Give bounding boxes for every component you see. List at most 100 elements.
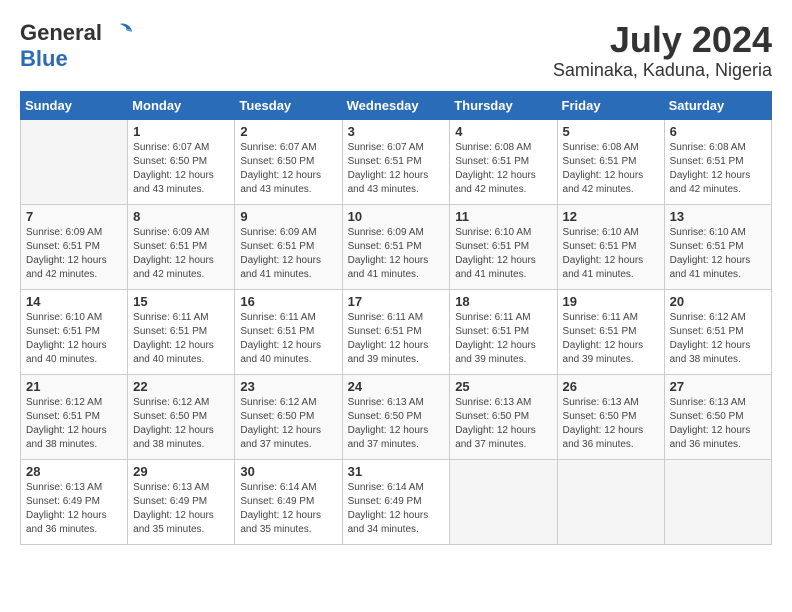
day-number: 13 — [670, 209, 766, 224]
calendar-day-cell: 4 Sunrise: 6:08 AM Sunset: 6:51 PM Daylig… — [450, 119, 557, 204]
calendar-day-cell: 10 Sunrise: 6:09 AM Sunset: 6:51 PM Dayli… — [342, 204, 450, 289]
calendar-day-cell: 1 Sunrise: 6:07 AM Sunset: 6:50 PM Daylig… — [128, 119, 235, 204]
calendar-day-cell: 15Sunrise: 6:11 AM Sunset: 6:51 PM Dayli… — [128, 289, 235, 374]
logo-general-text: General — [20, 20, 102, 46]
logo: General Blue — [20, 20, 134, 72]
calendar-day-cell — [664, 459, 771, 544]
day-info: Sunrise: 6:09 AM Sunset: 6:51 PM Dayligh… — [348, 226, 445, 282]
day-number: 18 — [455, 294, 551, 309]
day-info: Sunrise: 6:07 AM Sunset: 6:51 PM Dayligh… — [348, 141, 445, 197]
day-number: 24 — [348, 379, 445, 394]
day-number: 15 — [133, 294, 229, 309]
calendar-day-cell — [21, 119, 128, 204]
calendar-day-cell: 31 Sunrise: 6:14 AM Sunset: 6:49 PM Dayli… — [342, 459, 450, 544]
calendar-day-cell: 24 Sunrise: 6:13 AM Sunset: 6:50 PM Dayli… — [342, 374, 450, 459]
calendar-day-cell: 19 Sunrise: 6:11 AM Sunset: 6:51 PM Dayli… — [557, 289, 664, 374]
day-info: Sunrise: 6:13 AM Sunset: 6:50 PM Dayligh… — [348, 396, 445, 452]
day-info: Sunrise: 6:10 AM Sunset: 6:51 PM Dayligh… — [26, 311, 122, 367]
calendar-week-row: 1 Sunrise: 6:07 AM Sunset: 6:50 PM Daylig… — [21, 119, 772, 204]
calendar-day-cell: 22 Sunrise: 6:12 AM Sunset: 6:50 PM Dayli… — [128, 374, 235, 459]
title-block: July 2024 Saminaka, Kaduna, Nigeria — [553, 20, 772, 81]
day-info: Sunrise: 6:11 AM Sunset: 6:51 PM Dayligh… — [563, 311, 659, 367]
day-info: Sunrise: 6:09 AM Sunset: 6:51 PM Dayligh… — [240, 226, 336, 282]
day-number: 20 — [670, 294, 766, 309]
day-number: 22 — [133, 379, 229, 394]
day-info: Sunrise: 6:10 AM Sunset: 6:51 PM Dayligh… — [455, 226, 551, 282]
day-info: Sunrise: 6:07 AM Sunset: 6:50 PM Dayligh… — [240, 141, 336, 197]
day-info: Sunrise: 6:13 AM Sunset: 6:50 PM Dayligh… — [670, 396, 766, 452]
day-number: 9 — [240, 209, 336, 224]
day-of-week-header: Sunday — [21, 91, 128, 119]
calendar-day-cell: 23 Sunrise: 6:12 AM Sunset: 6:50 PM Dayli… — [235, 374, 342, 459]
day-info: Sunrise: 6:14 AM Sunset: 6:49 PM Dayligh… — [348, 481, 445, 537]
calendar-day-cell: 20 Sunrise: 6:12 AM Sunset: 6:51 PM Dayli… — [664, 289, 771, 374]
logo-bird-icon — [106, 22, 134, 44]
calendar-header-row: SundayMondayTuesdayWednesdayThursdayFrid… — [21, 91, 772, 119]
calendar-day-cell: 7 Sunrise: 6:09 AM Sunset: 6:51 PM Daylig… — [21, 204, 128, 289]
day-info: Sunrise: 6:09 AM Sunset: 6:51 PM Dayligh… — [133, 226, 229, 282]
calendar-subtitle: Saminaka, Kaduna, Nigeria — [553, 60, 772, 81]
day-info: Sunrise: 6:12 AM Sunset: 6:51 PM Dayligh… — [26, 396, 122, 452]
day-number: 21 — [26, 379, 122, 394]
day-number: 10 — [348, 209, 445, 224]
day-info: Sunrise: 6:10 AM Sunset: 6:51 PM Dayligh… — [563, 226, 659, 282]
calendar-day-cell: 8 Sunrise: 6:09 AM Sunset: 6:51 PM Daylig… — [128, 204, 235, 289]
day-info: Sunrise: 6:10 AM Sunset: 6:51 PM Dayligh… — [670, 226, 766, 282]
day-info: Sunrise: 6:14 AM Sunset: 6:49 PM Dayligh… — [240, 481, 336, 537]
day-number: 26 — [563, 379, 659, 394]
calendar-day-cell: 2 Sunrise: 6:07 AM Sunset: 6:50 PM Daylig… — [235, 119, 342, 204]
day-number: 12 — [563, 209, 659, 224]
calendar-day-cell: 28Sunrise: 6:13 AM Sunset: 6:49 PM Dayli… — [21, 459, 128, 544]
calendar-week-row: 21 Sunrise: 6:12 AM Sunset: 6:51 PM Dayli… — [21, 374, 772, 459]
calendar-day-cell: 14 Sunrise: 6:10 AM Sunset: 6:51 PM Dayli… — [21, 289, 128, 374]
day-info: Sunrise: 6:11 AM Sunset: 6:51 PM Dayligh… — [348, 311, 445, 367]
day-number: 16 — [240, 294, 336, 309]
calendar-day-cell: 26 Sunrise: 6:13 AM Sunset: 6:50 PM Dayli… — [557, 374, 664, 459]
day-number: 27 — [670, 379, 766, 394]
calendar-day-cell: 17 Sunrise: 6:11 AM Sunset: 6:51 PM Dayli… — [342, 289, 450, 374]
day-info: Sunrise: 6:12 AM Sunset: 6:50 PM Dayligh… — [240, 396, 336, 452]
calendar-day-cell: 9 Sunrise: 6:09 AM Sunset: 6:51 PM Daylig… — [235, 204, 342, 289]
day-info: Sunrise: 6:13 AM Sunset: 6:50 PM Dayligh… — [455, 396, 551, 452]
calendar-table: SundayMondayTuesdayWednesdayThursdayFrid… — [20, 91, 772, 545]
day-number: 11 — [455, 209, 551, 224]
calendar-day-cell — [450, 459, 557, 544]
day-number: 2 — [240, 124, 336, 139]
day-number: 1 — [133, 124, 229, 139]
day-number: 25 — [455, 379, 551, 394]
calendar-day-cell: 27 Sunrise: 6:13 AM Sunset: 6:50 PM Dayli… — [664, 374, 771, 459]
calendar-day-cell: 16Sunrise: 6:11 AM Sunset: 6:51 PM Dayli… — [235, 289, 342, 374]
calendar-week-row: 14 Sunrise: 6:10 AM Sunset: 6:51 PM Dayli… — [21, 289, 772, 374]
day-info: Sunrise: 6:07 AM Sunset: 6:50 PM Dayligh… — [133, 141, 229, 197]
day-number: 30 — [240, 464, 336, 479]
calendar-day-cell — [557, 459, 664, 544]
day-number: 8 — [133, 209, 229, 224]
day-info: Sunrise: 6:13 AM Sunset: 6:49 PM Dayligh… — [26, 481, 122, 537]
day-info: Sunrise: 6:08 AM Sunset: 6:51 PM Dayligh… — [563, 141, 659, 197]
calendar-week-row: 28Sunrise: 6:13 AM Sunset: 6:49 PM Dayli… — [21, 459, 772, 544]
calendar-day-cell: 30 Sunrise: 6:14 AM Sunset: 6:49 PM Dayli… — [235, 459, 342, 544]
day-number: 19 — [563, 294, 659, 309]
day-of-week-header: Saturday — [664, 91, 771, 119]
day-info: Sunrise: 6:12 AM Sunset: 6:50 PM Dayligh… — [133, 396, 229, 452]
day-info: Sunrise: 6:08 AM Sunset: 6:51 PM Dayligh… — [455, 141, 551, 197]
day-info: Sunrise: 6:13 AM Sunset: 6:50 PM Dayligh… — [563, 396, 659, 452]
day-number: 29 — [133, 464, 229, 479]
day-info: Sunrise: 6:08 AM Sunset: 6:51 PM Dayligh… — [670, 141, 766, 197]
day-number: 23 — [240, 379, 336, 394]
day-of-week-header: Friday — [557, 91, 664, 119]
day-of-week-header: Tuesday — [235, 91, 342, 119]
day-info: Sunrise: 6:11 AM Sunset: 6:51 PM Dayligh… — [455, 311, 551, 367]
calendar-day-cell: 12 Sunrise: 6:10 AM Sunset: 6:51 PM Dayli… — [557, 204, 664, 289]
calendar-week-row: 7 Sunrise: 6:09 AM Sunset: 6:51 PM Daylig… — [21, 204, 772, 289]
day-number: 17 — [348, 294, 445, 309]
day-number: 6 — [670, 124, 766, 139]
day-info: Sunrise: 6:09 AM Sunset: 6:51 PM Dayligh… — [26, 226, 122, 282]
day-number: 4 — [455, 124, 551, 139]
calendar-day-cell: 21 Sunrise: 6:12 AM Sunset: 6:51 PM Dayli… — [21, 374, 128, 459]
day-info: Sunrise: 6:12 AM Sunset: 6:51 PM Dayligh… — [670, 311, 766, 367]
calendar-title: July 2024 — [553, 20, 772, 60]
day-number: 14 — [26, 294, 122, 309]
day-number: 7 — [26, 209, 122, 224]
day-number: 31 — [348, 464, 445, 479]
